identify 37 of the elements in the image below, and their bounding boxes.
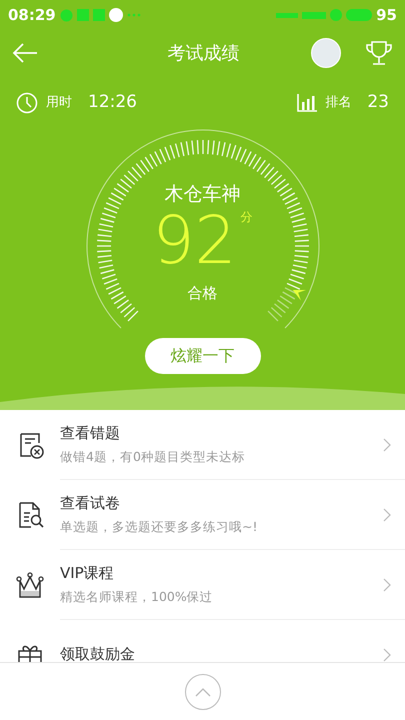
signal-icon	[276, 12, 298, 18]
time-value: 12:26	[88, 91, 137, 114]
signal-icon	[302, 12, 326, 18]
menu-item[interactable]: 查看错题 做错4题，有0种题目类型未达标	[0, 410, 405, 480]
score-unit: 分	[240, 209, 252, 226]
rank-label: 排名	[325, 94, 352, 112]
chevron-right-icon	[383, 508, 391, 522]
battery-level: 95	[376, 4, 397, 26]
menu-subtitle: 精选名师课程，100%保过	[60, 588, 213, 606]
rank-value: 23	[367, 91, 389, 114]
page-title: 考试成绩	[168, 42, 240, 66]
chevron-up-icon	[194, 687, 210, 698]
chevron-right-icon	[383, 438, 391, 452]
avatar[interactable]	[311, 38, 341, 68]
menu-item[interactable]: VIP课程 精选名师课程，100%保过	[0, 550, 405, 620]
bar-chart-icon	[297, 94, 318, 112]
more-icon	[126, 13, 141, 17]
time-label: 用时	[46, 94, 72, 112]
menu-title: 领取鼓励金	[60, 644, 135, 662]
clock-icon	[16, 92, 38, 114]
menu-subtitle: 单选题，多选题还要多多练习哦~!	[60, 518, 258, 536]
menu-title: 查看试卷	[60, 492, 121, 514]
rank-title: 木仓车神	[164, 182, 242, 206]
menu-title: VIP课程	[60, 562, 115, 584]
chevron-right-icon	[383, 578, 391, 592]
menu-subtitle: 做错4题，有0种题目类型未达标	[60, 448, 245, 466]
menu-item[interactable]: 查看试卷 单选题，多选题还要多多练习哦~!	[0, 480, 405, 550]
menu-title: 查看错题	[60, 422, 121, 444]
battery-icon	[346, 9, 372, 21]
score-value: 92	[152, 208, 236, 274]
scroll-up-button[interactable]	[184, 674, 220, 710]
back-arrow-icon[interactable]	[12, 43, 38, 63]
result-label: 合格	[186, 283, 218, 304]
chevron-right-icon	[383, 648, 391, 662]
crown-icon	[16, 571, 44, 599]
trophy-icon[interactable]	[365, 39, 393, 67]
status-time: 08:29	[8, 4, 56, 26]
